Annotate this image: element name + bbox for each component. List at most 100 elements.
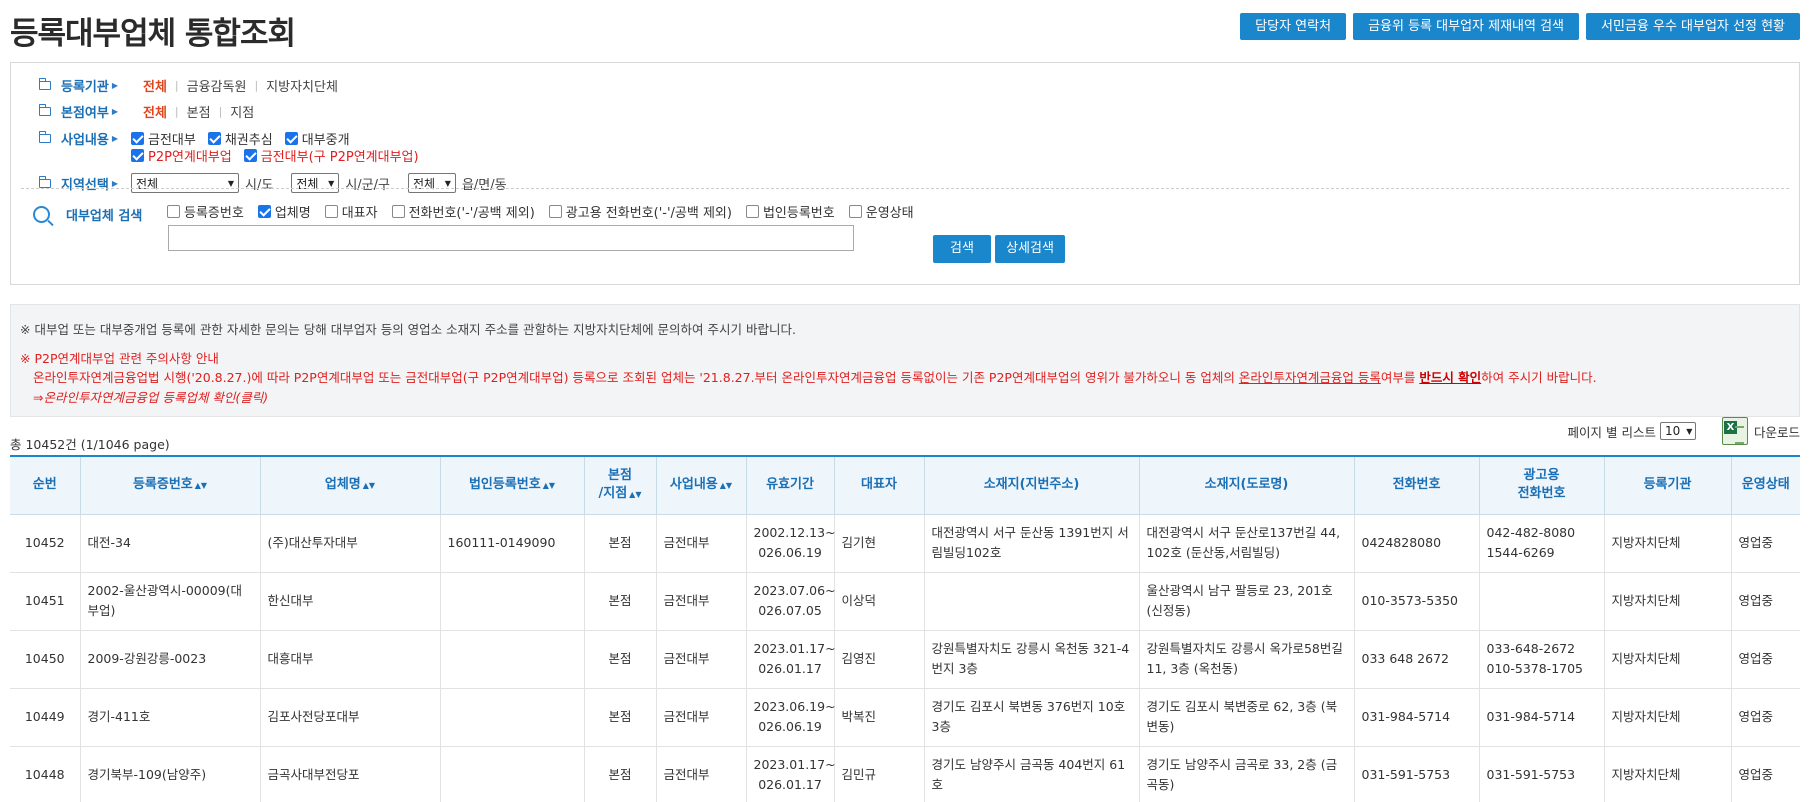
cell-business: 금전대부 [656,572,747,631]
col-header-registrar: 등록기관 [1604,455,1732,515]
cell-jibun-address: 경기도 김포시 북변동 376번지 10호 3층 [924,688,1140,747]
business-checkbox-p2p[interactable]: P2P연계대부업 [131,146,232,165]
sort-icon[interactable]: ▲▼ [543,481,555,490]
table-row[interactable]: 10450 2009-강원강릉-0023 대흥대부 본점 금전대부 2023.01.17~… [10,630,1800,689]
cell-branch: 본점 [584,572,657,631]
notice-box: ※ 대부업 또는 대부중개업 등록에 관한 자세한 문의는 당해 대부업자 등의… [10,304,1800,417]
p2p-check-link[interactable]: ⇒온라인투자연계금융업 등록업체 확인(클릭) [33,387,268,406]
sort-icon[interactable]: ▲▼ [363,481,375,490]
registrar-label: 등록기관 [61,79,109,95]
cell-period: 2023.06.19~ 026.06.19 [746,688,836,747]
cell-registrar: 지방자치단체 [1604,514,1732,573]
cell-period: 2023.07.06~ 026.07.05 [746,572,836,631]
branch-option-all[interactable]: 전체 [131,102,175,121]
cell-business: 금전대부 [656,688,747,747]
detail-search-button[interactable]: 상세검색 [995,235,1065,263]
notice-line-1: ※ 대부업 또는 대부중개업 등록에 관한 자세한 문의는 당해 대부업자 등의… [20,322,796,337]
caret-right-icon: ▶ [111,106,118,116]
caret-right-icon: ▶ [111,178,118,188]
table-row[interactable]: 10448 경기북부-109(남양주) 금곡사대부전당포 본점 금전대부 2023.01.… [10,746,1800,802]
cell-road-address: 경기도 남양주시 금곡로 33, 2층 (금곡동) [1139,746,1355,802]
cell-branch: 본점 [584,630,657,689]
registrar-option-fss[interactable]: 금융감독원 [179,76,255,95]
cell-status: 영업중 [1731,514,1800,573]
cell-road-address: 대전광역시 서구 둔산로137번길 44, 102호 (둔산동,서림빌딩) [1139,514,1355,573]
cell-ceo: 김영진 [834,630,925,689]
folder-icon [39,130,51,143]
notice-line-3: 온라인투자연계금융업법 시행('20.8.27.)에 따라 P2P연계대부업 또… [33,370,1597,385]
business-row-2: P2P연계대부업 금전대부(구 P2P연계대부업) [131,143,431,167]
search-input[interactable] [168,225,854,251]
sido-label: 시/도 [245,177,274,193]
cell-phone: 031-591-5753 [1354,746,1480,802]
cell-ad-phone: 042-482-8080 1544-6269 [1479,514,1605,573]
sigungu-select[interactable]: 전체 ▼ [291,173,340,193]
cell-ceo: 김민규 [834,746,925,802]
table-row[interactable]: 10451 2002-울산광역시-00009(대부업) 한신대부 본점 금전대부 2023… [10,572,1800,631]
business-label: 사업내용 [61,132,109,148]
cell-company: 대흥대부 [260,630,441,689]
excel-icon[interactable] [1721,417,1748,445]
page-list-controls: 페이지 별 리스트 10▼ 다운로드 [1568,417,1800,445]
col-header-company[interactable]: 업체명 ▲▼ [260,455,441,515]
cell-corpno [440,746,585,802]
col-header-phone: 전화번호 [1354,455,1480,515]
folder-icon [39,103,51,116]
cell-company: (주)대산투자대부 [260,514,441,573]
registrar-option-local[interactable]: 지방자치단체 [258,76,346,95]
cell-no: 10448 [10,746,81,802]
notice-line-2: ※ P2P연계대부업 관련 주의사항 안내 [20,351,219,366]
search-icon [33,206,50,223]
per-page-select[interactable]: 10 ▼ [1659,422,1696,440]
cell-ceo: 김기현 [834,514,925,573]
download-label[interactable]: 다운로드 [1754,422,1800,441]
cell-corpno [440,688,585,747]
cell-registrar: 지방자치단체 [1604,572,1732,631]
search-checkbox-company[interactable]: 업체명 [257,202,311,221]
col-header-status: 운영상태 [1731,455,1800,515]
search-checkbox-phone[interactable]: 전화번호('-'/공백 제외) [391,202,535,221]
col-header-corpno[interactable]: 법인등록번호 ▲▼ [440,455,585,515]
cell-regno: 경기-411호 [80,688,261,747]
col-header-business[interactable]: 사업내용 ▲▼ [656,455,747,515]
cell-period: 2002.12.13~ 026.06.19 [746,514,836,573]
dong-select[interactable]: 전체 ▼ [407,173,456,193]
cell-registrar: 지방자치단체 [1604,746,1732,802]
excellent-lender-button[interactable]: 서민금융 우수 대부업자 선정 현황 [1586,13,1800,40]
cell-registrar: 지방자치단체 [1604,630,1732,689]
search-checkbox-status[interactable]: 운영상태 [848,202,914,221]
p2p-registration-link[interactable]: 온라인투자연계금융업 등록 [1239,370,1381,385]
search-checkbox-ceo[interactable]: 대표자 [324,202,378,221]
table-row[interactable]: 10449 경기-411호 김포사전당포대부 본점 금전대부 2023.06.19~ 026… [10,688,1800,747]
search-checkbox-regno[interactable]: 등록증번호 [167,202,244,221]
branch-option-branch[interactable]: 지점 [222,102,262,121]
cell-no: 10451 [10,572,81,631]
search-options: 등록증번호 업체명 대표자 전화번호('-'/공백 제외) 광고용 전화번호('… [167,202,928,221]
cell-jibun-address: 경기도 남양주시 금곡동 404번지 61호 [924,746,1140,802]
col-header-regno[interactable]: 등록증번호 ▲▼ [80,455,261,515]
per-page-label: 페이지 별 리스트 [1567,424,1656,440]
col-header-branch[interactable]: 본점/지점 ▲▼ [584,455,657,515]
search-checkbox-ad-phone[interactable]: 광고용 전화번호('-'/공백 제외) [548,202,732,221]
cell-period: 2023.01.17~ 026.01.17 [746,746,836,802]
col-header-ad-phone: 광고용 전화번호 [1479,455,1605,515]
col-header-road-address: 소재지(도로명) [1139,455,1355,515]
total-count: 총 10452건 (1/1046 page) [10,437,170,452]
sort-icon[interactable]: ▲▼ [195,481,207,490]
sanction-search-button[interactable]: 금융위 등록 대부업자 제재내역 검색 [1353,13,1580,40]
chevron-down-icon: ▼ [227,178,234,188]
folder-icon [39,175,51,188]
registrar-option-all[interactable]: 전체 [131,76,175,95]
sigungu-label: 시/군/구 [345,177,390,193]
contact-button[interactable]: 담당자 연락처 [1240,13,1347,40]
cell-ceo: 이상덕 [834,572,925,631]
business-checkbox-p2p-legacy[interactable]: 금전대부(구 P2P연계대부업) [243,146,419,165]
search-button[interactable]: 검색 [933,235,991,263]
table-row[interactable]: 10452 대전-34 (주)대산투자대부 160111-0149090 본점 금전대부 2… [10,514,1800,573]
sort-icon[interactable]: ▲▼ [720,481,732,490]
col-header-ceo: 대표자 [834,455,925,515]
branch-option-head[interactable]: 본점 [179,102,219,121]
sort-icon[interactable]: ▲▼ [629,490,641,499]
sido-select[interactable]: 전체 ▼ [131,173,239,193]
search-checkbox-corpno[interactable]: 법인등록번호 [745,202,835,221]
